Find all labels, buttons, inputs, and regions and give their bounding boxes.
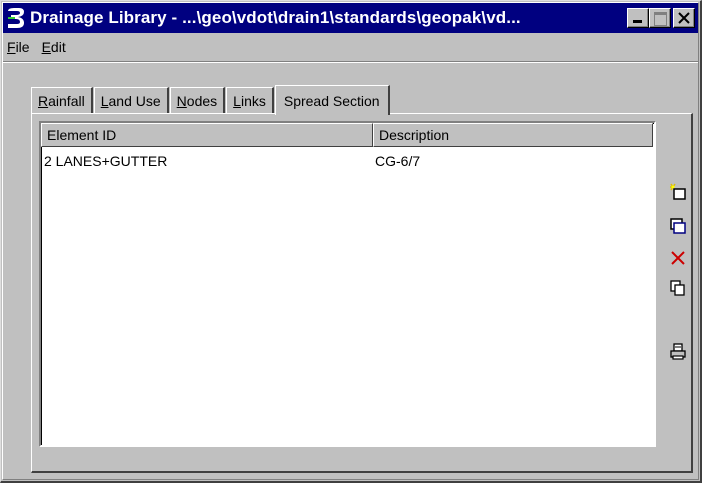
close-icon: [678, 12, 690, 24]
print-icon[interactable]: [669, 343, 687, 361]
tab-links-hotkey: L: [233, 92, 241, 109]
minimize-button[interactable]: [627, 8, 649, 28]
tab-land-use[interactable]: Land Use: [93, 87, 169, 113]
tab-rainfall-label: ainfall: [48, 92, 85, 109]
menu-separator: [3, 61, 698, 63]
column-header-element-id[interactable]: Element ID: [41, 123, 373, 147]
tab-land-use-label: and Use: [108, 92, 161, 109]
menu-edit[interactable]: Edit: [40, 37, 72, 59]
column-header-description[interactable]: Description: [373, 123, 653, 147]
tab-spread-section-label: Spread Section: [283, 92, 380, 109]
tab-nodes[interactable]: Nodes: [169, 87, 226, 113]
close-button[interactable]: [673, 8, 695, 28]
list-row[interactable]: 2 LANES+GUTTER CG-6/7: [41, 151, 654, 171]
copy-icon[interactable]: [669, 279, 687, 297]
window-title: Drainage Library - ...\geo\vdot\drain1\s…: [30, 8, 521, 27]
new-item-icon[interactable]: [669, 183, 687, 201]
drainage-library-window: Drainage Library - ...\geo\vdot\drain1\s…: [0, 0, 702, 483]
menu-bar: File Edit: [5, 37, 76, 59]
tab-land-use-hotkey: L: [100, 92, 109, 109]
delete-icon[interactable]: [669, 249, 687, 267]
geopak-logo-icon[interactable]: [5, 6, 27, 30]
tab-nodes-hotkey: N: [176, 92, 187, 109]
tab-spread-section[interactable]: Spread Section: [274, 85, 390, 115]
tab-links-label: inks: [240, 92, 266, 109]
tab-links[interactable]: Links: [226, 87, 274, 113]
cell-description: CG-6/7: [375, 153, 421, 169]
title-bar[interactable]: Drainage Library - ...\geo\vdot\drain1\s…: [3, 3, 698, 33]
list-header: Element ID Description: [41, 123, 654, 147]
edit-item-icon[interactable]: [669, 217, 687, 235]
maximize-button[interactable]: [649, 8, 671, 28]
tab-rainfall[interactable]: Rainfall: [31, 87, 93, 113]
menu-edit-label: dit: [50, 39, 66, 55]
cell-element-id: 2 LANES+GUTTER: [44, 153, 168, 169]
tab-rainfall-hotkey: R: [38, 92, 49, 109]
menu-file-label: ile: [15, 39, 30, 55]
tab-nodes-label: odes: [186, 92, 218, 109]
element-list[interactable]: Element ID Description 2 LANES+GUTTER CG…: [39, 121, 656, 447]
menu-file-hotkey: F: [7, 39, 16, 55]
menu-file[interactable]: File: [5, 37, 36, 59]
menu-edit-hotkey: E: [41, 39, 51, 55]
tab-strip: Rainfall Land Use Nodes Links Spread Sec…: [31, 83, 391, 115]
